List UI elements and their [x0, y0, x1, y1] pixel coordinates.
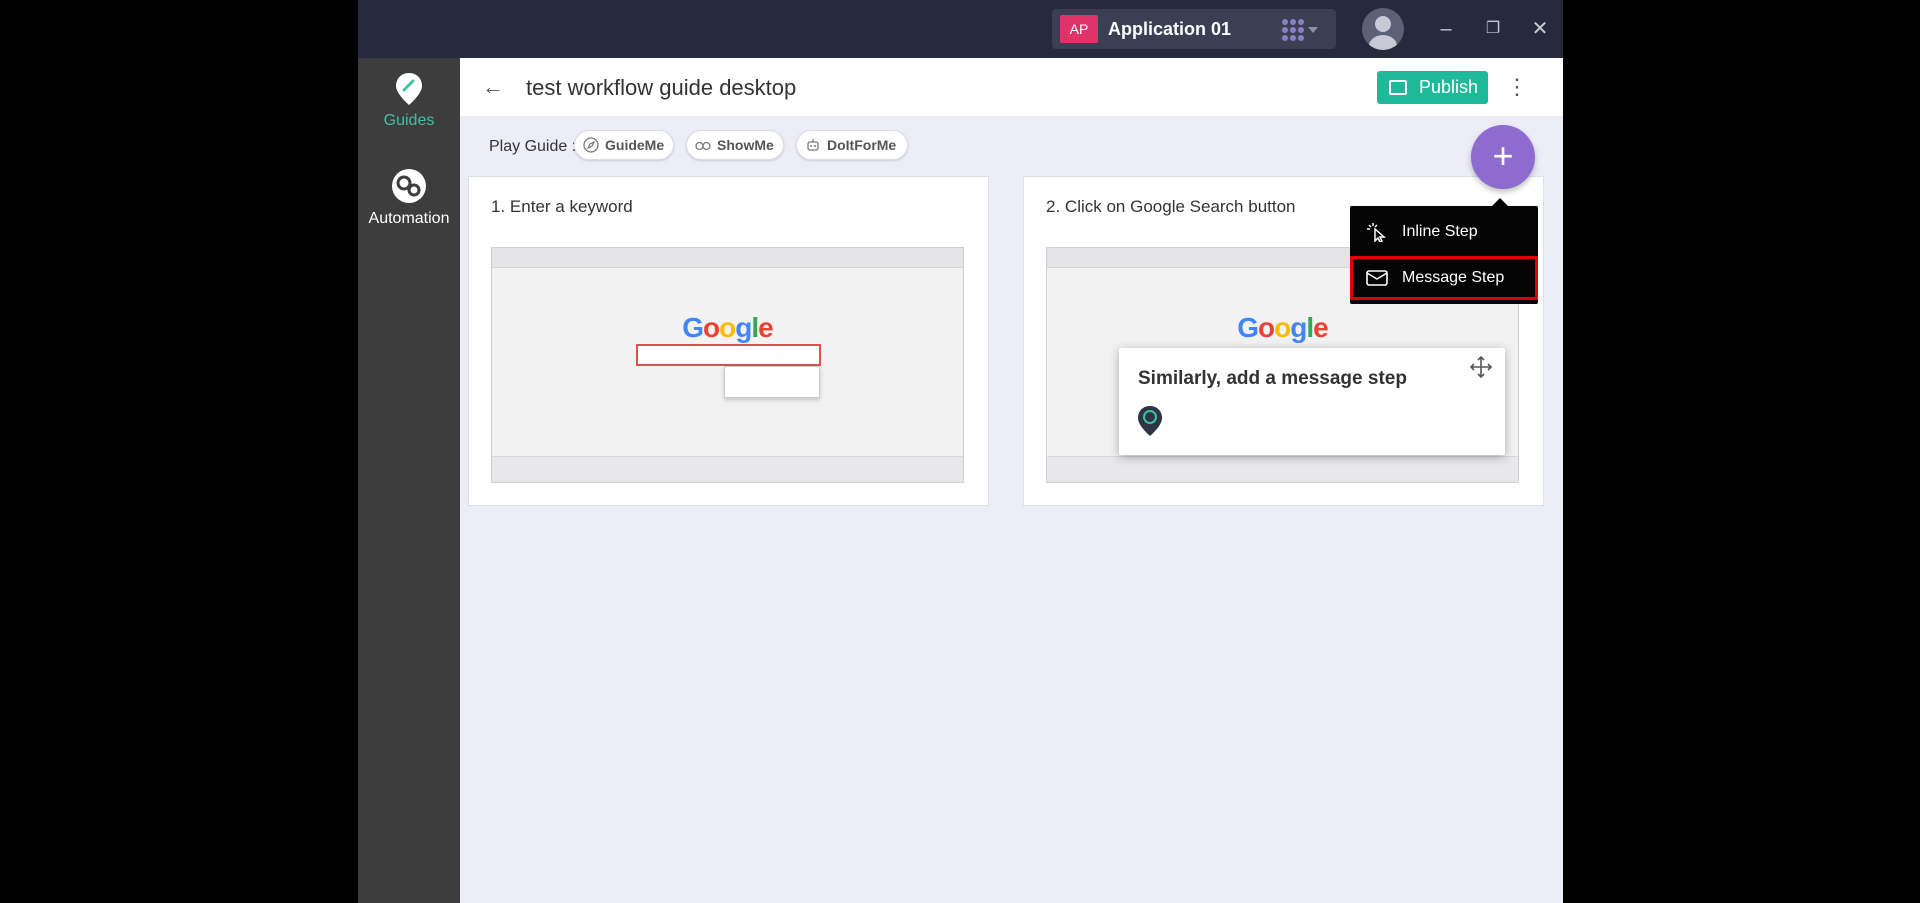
play-mode-label: DoItForMe: [827, 137, 897, 153]
message-step-popup[interactable]: Similarly, add a message step: [1119, 348, 1505, 455]
cursor-click-icon: [1367, 223, 1386, 242]
search-box-thumbnail: [636, 344, 821, 366]
message-text: Similarly, add a message step: [1138, 368, 1407, 389]
step-screenshot: Google: [491, 247, 964, 483]
title-bar: AP Application 01 – ❐ ✕: [358, 0, 1563, 58]
play-guideme-button[interactable]: GuideMe: [574, 130, 674, 160]
play-doitforme-button[interactable]: DoItForMe: [796, 130, 908, 160]
publish-icon: [1389, 80, 1407, 95]
add-step-menu: Inline Step Message Step: [1350, 198, 1538, 304]
tooltip-thumbnail: [724, 366, 820, 398]
binoculars-icon: [695, 141, 711, 151]
left-rail: Guides Automation: [358, 58, 460, 903]
play-guide-label: Play Guide :: [489, 138, 577, 155]
rail-item-label: Automation: [368, 210, 450, 227]
step-card[interactable]: 1. Enter a keyword Google: [468, 176, 989, 506]
back-button[interactable]: ←: [478, 72, 508, 102]
play-mode-label: ShowMe: [717, 137, 774, 153]
compass-icon: [583, 137, 599, 153]
app-grid-icon[interactable]: [1282, 19, 1304, 41]
page-title[interactable]: test workflow guide desktop: [526, 75, 796, 101]
automation-gears-icon: [392, 169, 426, 203]
page-header: ← test workflow guide desktop Publish ⋮: [460, 58, 1563, 116]
app-badge: AP: [1060, 15, 1098, 43]
restore-button[interactable]: ❐: [1478, 14, 1508, 44]
menu-item-label: Message Step: [1402, 269, 1505, 286]
main-content: ← test workflow guide desktop Publish ⋮ …: [460, 58, 1563, 903]
app-window: AP Application 01 – ❐ ✕ Guides Automatio…: [358, 0, 1563, 903]
google-logo: Google: [682, 312, 773, 343]
guides-pin-icon: [396, 73, 422, 105]
avatar[interactable]: [1362, 8, 1404, 50]
guide-pin-icon: [1138, 406, 1162, 436]
menu-item-message-step[interactable]: Message Step: [1350, 256, 1538, 300]
step-title: 1. Enter a keyword: [491, 197, 633, 216]
play-mode-label: GuideMe: [605, 137, 665, 153]
close-button[interactable]: ✕: [1525, 14, 1555, 44]
envelope-icon: [1366, 270, 1388, 286]
play-showme-button[interactable]: ShowMe: [686, 130, 784, 160]
minimize-button[interactable]: –: [1431, 14, 1461, 44]
rail-item-automation[interactable]: Automation: [358, 168, 460, 228]
menu-item-inline-step[interactable]: Inline Step: [1350, 210, 1538, 254]
menu-item-label: Inline Step: [1402, 223, 1478, 240]
rail-item-guides[interactable]: Guides: [358, 72, 460, 130]
google-logo: Google: [1237, 312, 1328, 343]
step-title: 2. Click on Google Search button: [1046, 197, 1296, 216]
more-options-icon[interactable]: ⋮: [1506, 72, 1528, 102]
add-step-button[interactable]: +: [1471, 125, 1535, 189]
robot-icon: [807, 139, 819, 151]
move-icon[interactable]: [1470, 356, 1492, 378]
app-name: Application 01: [1108, 19, 1232, 39]
chevron-down-icon[interactable]: [1308, 27, 1318, 33]
app-switcher[interactable]: AP Application 01: [1052, 9, 1336, 49]
publish-label: Publish: [1419, 77, 1479, 97]
publish-button[interactable]: Publish: [1377, 71, 1488, 104]
rail-item-label: Guides: [383, 112, 435, 129]
